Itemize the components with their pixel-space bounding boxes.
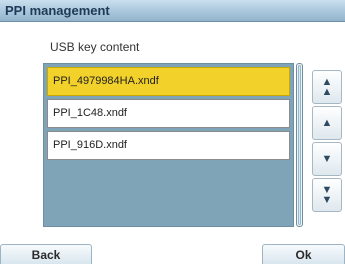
back-button-label: Back — [31, 247, 61, 262]
scroll-down-button[interactable]: ▼ — [312, 142, 342, 176]
window-title: PPI management — [5, 3, 110, 18]
list-item[interactable]: PPI_916D.xndf — [47, 131, 290, 160]
list-item-label: PPI_1C48.xndf — [53, 107, 127, 119]
list-item[interactable]: PPI_1C48.xndf — [47, 99, 290, 128]
title-bar: PPI management — [0, 0, 345, 22]
scroll-to-top-button[interactable]: ▲ ▲ — [312, 70, 342, 104]
ok-button-label: Ok — [295, 247, 312, 262]
chevron-up-icon: ▲ — [321, 117, 333, 129]
list-item-label: PPI_4979984HA.xndf — [53, 75, 159, 87]
scrollbar-thumb[interactable] — [298, 65, 301, 225]
scroll-up-button[interactable]: ▲ — [312, 106, 342, 140]
list-item[interactable]: PPI_4979984HA.xndf — [47, 67, 290, 96]
file-list[interactable]: PPI_4979984HA.xndf PPI_1C48.xndf PPI_916… — [43, 63, 294, 227]
scroll-to-bottom-button[interactable]: ▼ ▼ — [312, 178, 342, 212]
back-button[interactable]: Back — [0, 244, 92, 264]
list-item-label: PPI_916D.xndf — [53, 139, 127, 151]
double-chevron-down-icon: ▼ ▼ — [321, 184, 333, 206]
double-chevron-up-icon: ▲ ▲ — [321, 76, 333, 98]
usb-key-content-label: USB key content — [50, 40, 140, 54]
chevron-down-icon: ▼ — [321, 153, 333, 165]
scrollbar[interactable] — [296, 63, 303, 227]
ok-button[interactable]: Ok — [262, 244, 345, 264]
